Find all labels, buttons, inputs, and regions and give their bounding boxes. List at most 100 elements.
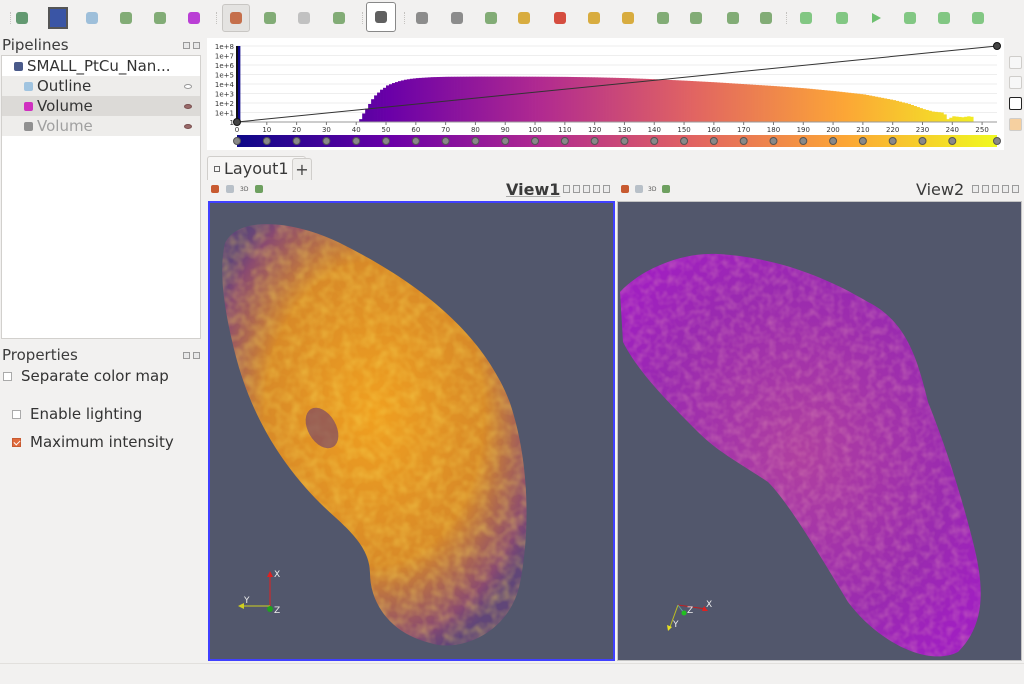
view-minus-y-button[interactable] [614, 4, 642, 32]
select-hand-button[interactable] [366, 2, 396, 32]
loop-button[interactable] [964, 4, 992, 32]
color-control-point[interactable] [322, 137, 331, 145]
color-control-point[interactable] [233, 137, 241, 145]
color-control-point[interactable] [501, 137, 510, 145]
camera-undo-icon-2[interactable] [621, 185, 629, 193]
eye-visible-icon[interactable] [184, 103, 192, 109]
color-control-point[interactable] [292, 137, 301, 145]
color-control-point[interactable] [411, 137, 420, 145]
opacity-control-point[interactable] [233, 118, 241, 126]
color-control-point[interactable] [471, 137, 480, 145]
properties-float-button[interactable] [183, 352, 190, 359]
rotate-plus-90-button[interactable] [719, 4, 747, 32]
pipelines-float-button[interactable] [183, 42, 190, 49]
rotate-minus-90-button[interactable] [752, 4, 780, 32]
eye-visible-icon[interactable] [184, 123, 192, 129]
view1-split-horizontal-button[interactable] [563, 185, 570, 193]
outline-box-button[interactable] [44, 4, 72, 32]
histogram-chart[interactable]: 11e+11e+21e+31e+41e+51e+61e+71e+80 10 20 30… [207, 38, 1004, 150]
render-view-1[interactable]: X Y Z [208, 201, 615, 661]
camera-redo-icon-2[interactable] [635, 185, 643, 193]
volume-cube-button[interactable] [180, 4, 208, 32]
color-control-point[interactable] [799, 137, 808, 145]
color-control-point[interactable] [769, 137, 778, 145]
transfer-function-editor[interactable]: 1 1e+1 1e+2 1e+3 1e+4 1e+5 1e+6 1e+7 1e+8 0 10 20 30… [207, 38, 1004, 150]
reset-session-button[interactable] [8, 4, 36, 32]
color-control-point[interactable] [918, 137, 927, 145]
view1-split-vertical-button[interactable] [573, 185, 580, 193]
pipeline-item[interactable]: Volume [2, 116, 200, 136]
properties-close-button[interactable] [193, 352, 200, 359]
tab-layout1[interactable]: Layout1 [207, 156, 306, 180]
view2-undock-button[interactable] [1002, 185, 1009, 193]
color-control-point[interactable] [262, 137, 271, 145]
color-control-point[interactable] [382, 137, 391, 145]
play-button[interactable] [862, 4, 890, 32]
view-3d-toggle[interactable]: 3D [240, 186, 252, 194]
add-layout-tab-button[interactable]: + [292, 158, 312, 180]
view2-3d-toggle[interactable]: 3D [648, 186, 660, 194]
color-control-point[interactable] [441, 137, 450, 145]
color-control-point[interactable] [993, 137, 1001, 145]
view1-maximize-button[interactable] [583, 185, 590, 193]
color-control-point[interactable] [560, 137, 569, 145]
view2-split-vertical-button[interactable] [982, 185, 989, 193]
color-control-point[interactable] [620, 137, 629, 145]
capture-view-icon[interactable] [255, 185, 263, 193]
color-control-point[interactable] [650, 137, 659, 145]
pipelines-close-button[interactable] [193, 42, 200, 49]
rotate-center-button[interactable] [256, 4, 284, 32]
prev-frame-button[interactable] [828, 4, 856, 32]
pipeline-item[interactable]: Outline [2, 76, 200, 96]
first-frame-button[interactable] [792, 4, 820, 32]
color-control-point[interactable] [888, 137, 897, 145]
color-control-point[interactable] [948, 137, 957, 145]
render-view-2[interactable]: X Y Z [617, 201, 1022, 661]
capture-view-icon-2[interactable] [662, 185, 670, 193]
view2-close-button[interactable] [1012, 185, 1019, 193]
maximum-intensity-checkbox[interactable] [12, 437, 21, 447]
color-control-point[interactable] [829, 137, 838, 145]
separate-color-map-checkbox[interactable] [3, 371, 12, 381]
color-control-point[interactable] [739, 137, 748, 145]
color-control-point[interactable] [709, 137, 718, 145]
color-control-point[interactable] [590, 137, 599, 145]
invert-transfer-button[interactable] [1009, 97, 1022, 110]
cube-green-button[interactable] [112, 4, 140, 32]
axes-star-button[interactable] [78, 4, 106, 32]
view2-split-horizontal-button[interactable] [972, 185, 979, 193]
enable-lighting-row[interactable]: Enable lighting [12, 405, 142, 423]
last-frame-button[interactable] [930, 4, 958, 32]
view1-undock-button[interactable] [593, 185, 600, 193]
view2-maximize-button[interactable] [992, 185, 999, 193]
rescale-custom-range-button[interactable] [1009, 76, 1022, 89]
color-control-point[interactable] [352, 137, 361, 145]
rotate-disabled-button[interactable] [290, 4, 318, 32]
eye-hidden-icon[interactable] [184, 83, 192, 89]
view-plus-z-button[interactable] [649, 4, 677, 32]
view-minus-z-button[interactable] [682, 4, 710, 32]
color-control-point[interactable] [858, 137, 867, 145]
view-minus-x-button[interactable] [546, 4, 574, 32]
next-frame-button[interactable] [896, 4, 924, 32]
separate-color-map-row[interactable]: Separate color map [3, 367, 169, 385]
opacity-control-point[interactable] [993, 42, 1001, 50]
maximum-intensity-row[interactable]: Maximum intensity [12, 433, 174, 451]
enable-lighting-checkbox[interactable] [12, 409, 21, 419]
camera-redo-icon[interactable] [226, 185, 234, 193]
view1-close-button[interactable] [603, 185, 610, 193]
pipeline-item[interactable]: SMALL_PtCu_Nan... [2, 56, 200, 76]
color-control-point[interactable] [680, 137, 689, 145]
zoom-to-data-button[interactable] [408, 4, 436, 32]
rescale-range-button[interactable] [1009, 56, 1022, 69]
interact-axes-button[interactable] [222, 4, 250, 32]
cube-clip-button[interactable] [146, 4, 174, 32]
color-control-point[interactable] [531, 137, 540, 145]
choose-preset-button[interactable] [1009, 118, 1022, 131]
select-box-button[interactable] [477, 4, 505, 32]
view-plus-x-button[interactable] [510, 4, 538, 32]
view-plus-y-button[interactable] [580, 4, 608, 32]
camera-undo-icon[interactable] [211, 185, 219, 193]
zoom-box-button[interactable] [443, 4, 471, 32]
reset-camera-button[interactable] [325, 4, 353, 32]
